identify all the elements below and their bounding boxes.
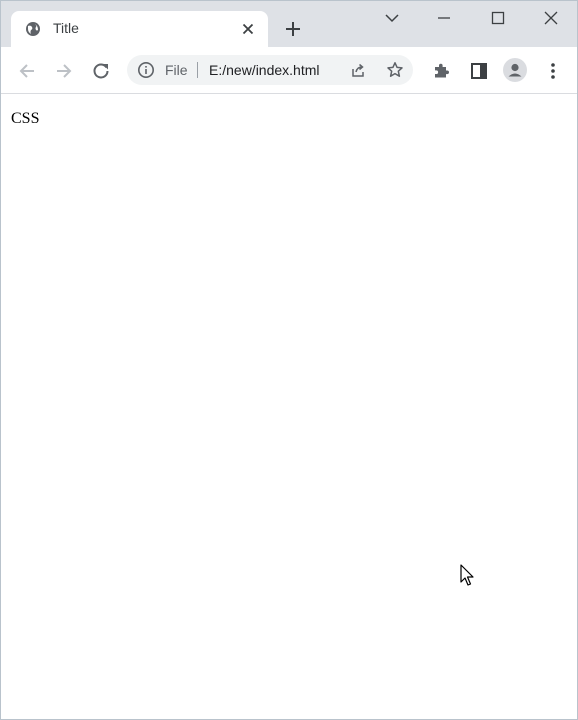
- page-text: CSS: [11, 110, 40, 127]
- forward-arrow-icon[interactable]: [54, 61, 74, 81]
- omnibox-divider: [197, 62, 198, 78]
- address-bar[interactable]: File E:/new/index.html: [127, 55, 413, 85]
- minimize-icon[interactable]: [435, 9, 453, 27]
- side-panel-icon[interactable]: [469, 61, 489, 81]
- back-arrow-icon[interactable]: [17, 61, 37, 81]
- bookmark-star-icon[interactable]: [386, 61, 404, 79]
- reload-icon[interactable]: [91, 61, 111, 81]
- mouse-cursor-icon: [460, 564, 476, 588]
- active-tab[interactable]: Title: [11, 11, 268, 47]
- close-tab-icon[interactable]: [240, 21, 256, 37]
- tab-search-icon[interactable]: [383, 9, 401, 27]
- info-icon[interactable]: [137, 61, 155, 79]
- browser-window: Title File E:/new/index.html CSS: [0, 0, 578, 720]
- globe-icon: [25, 21, 41, 37]
- puzzle-icon[interactable]: [431, 61, 451, 81]
- toolbar: File E:/new/index.html: [1, 47, 577, 94]
- scheme-label: File: [165, 62, 188, 78]
- url-text[interactable]: E:/new/index.html: [209, 62, 320, 78]
- share-icon[interactable]: [349, 61, 367, 79]
- page-content: CSS: [1, 94, 577, 719]
- close-window-icon[interactable]: [542, 9, 560, 27]
- avatar-icon[interactable]: [503, 58, 527, 82]
- maximize-icon[interactable]: [489, 9, 507, 27]
- kebab-menu-icon[interactable]: [543, 61, 563, 81]
- tab-strip: Title: [1, 1, 577, 47]
- new-tab-icon[interactable]: [284, 20, 302, 38]
- tab-title: Title: [53, 20, 79, 36]
